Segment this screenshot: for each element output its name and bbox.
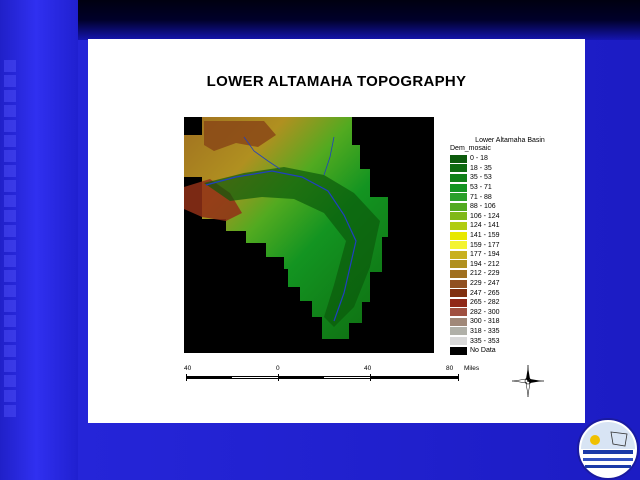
legend-swatch [450,260,467,269]
compass-rose-icon [512,365,544,397]
legend-entry: 159 - 177 [450,240,570,250]
legend-swatch [450,337,467,346]
scale-bar-gap [324,377,370,378]
legend-swatch [450,202,467,211]
legend-label: 0 - 18 [470,155,488,163]
legend-entry: 318 - 335 [450,327,570,337]
legend-entry: 282 - 300 [450,308,570,318]
topography-map [184,117,434,353]
legend-entry: 106 - 124 [450,212,570,222]
legend-swatch [450,289,467,298]
legend-swatch [450,212,467,221]
map-legend: Lower Altamaha Basin Dem_mosaic 0 - 18 18… [450,137,570,355]
scale-label: 40 [184,365,192,372]
legend-entry: 88 - 106 [450,202,570,212]
scale-bar-line [186,376,458,379]
legend-entry: 71 - 88 [450,192,570,202]
university-seal-icon [577,418,639,480]
legend-swatch [450,231,467,240]
legend-label: 71 - 88 [470,193,492,201]
legend-swatch [450,193,467,202]
legend-label: 194 - 212 [470,260,500,268]
scale-label: 40 [364,365,372,372]
legend-entry: 177 - 194 [450,250,570,260]
legend-swatch [450,298,467,307]
legend-swatch [450,173,467,182]
legend-swatch [450,327,467,336]
legend-entry: 229 - 247 [450,279,570,289]
legend-swatch [450,308,467,317]
scale-tick [186,374,187,381]
legend-label: 53 - 71 [470,184,492,192]
legend-label: 124 - 141 [470,222,500,230]
legend-entry: No Data [450,346,570,356]
legend-label: 18 - 35 [470,164,492,172]
legend-entry: 265 - 282 [450,298,570,308]
legend-swatch [450,241,467,250]
legend-label: 177 - 194 [470,251,500,259]
slide-title: LOWER ALTAMAHA TOPOGRAPHY [206,73,467,90]
legend-entry: 53 - 71 [450,183,570,193]
legend-entry: 300 - 318 [450,317,570,327]
legend-entry: 335 - 353 [450,336,570,346]
legend-entry: 212 - 229 [450,269,570,279]
legend-label: 106 - 124 [470,212,500,220]
legend-swatch [450,154,467,163]
legend-swatch [450,250,467,259]
legend-label: 159 - 177 [470,241,500,249]
legend-field-name: Dem_mosaic [450,145,491,152]
legend-swatch [450,317,467,326]
legend-label: 300 - 318 [470,318,500,326]
legend-swatch [450,346,467,355]
decorative-squares [2,60,20,460]
legend-entry: 0 - 18 [450,154,570,164]
legend-label: 282 - 300 [470,308,500,316]
legend-label: 229 - 247 [470,280,500,288]
legend-label: No Data [470,347,496,355]
legend-label: 141 - 159 [470,232,500,240]
legend-swatch [450,164,467,173]
scale-tick [370,374,371,381]
legend-label: 265 - 282 [470,299,500,307]
slide-content: LOWER ALTAMAHA TOPOGRAPHY Lower Altamaha… [88,39,585,423]
legend-label: 318 - 335 [470,327,500,335]
scale-tick [458,374,459,381]
legend-entry: 141 - 159 [450,231,570,241]
legend-title: Lower Altamaha Basin [475,137,545,144]
legend-label: 212 - 229 [470,270,500,278]
legend-label: 335 - 353 [470,337,500,345]
scale-bar-gap [232,377,278,378]
legend-swatch [450,279,467,288]
legend-entry: 18 - 35 [450,164,570,174]
scale-label: 0 [276,365,280,372]
legend-entry: 247 - 265 [450,288,570,298]
scale-tick [278,374,279,381]
legend-label: 247 - 265 [470,289,500,297]
legend-swatch [450,269,467,278]
legend-swatch [450,183,467,192]
top-dark-band [78,0,640,40]
legend-rows: 0 - 18 18 - 35 35 - 53 53 - 71 71 - 88 88 - 1… [450,154,570,355]
scale-bar: 40 0 40 80 Miles [184,365,484,385]
legend-entry: 194 - 212 [450,260,570,270]
scale-label: 80 [446,365,454,372]
legend-entry: 35 - 53 [450,173,570,183]
legend-swatch [450,221,467,230]
scale-units: Miles [464,365,480,372]
legend-entry: 124 - 141 [450,221,570,231]
legend-label: 35 - 53 [470,174,492,182]
legend-label: 88 - 106 [470,203,496,211]
